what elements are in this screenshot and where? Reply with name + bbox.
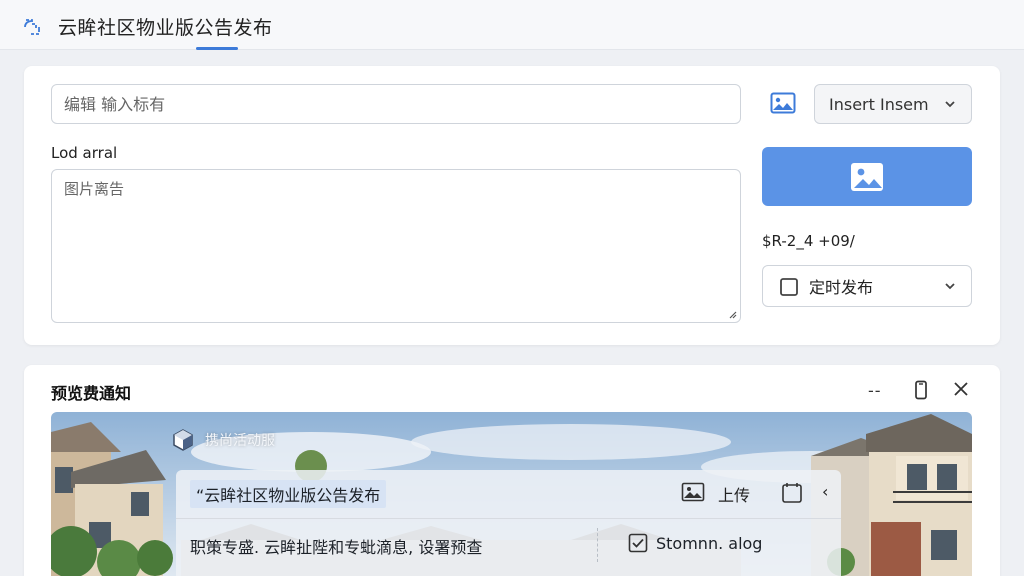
minimize-button[interactable]: -- [868, 381, 882, 400]
collapse-caret[interactable]: ‹ [822, 482, 828, 501]
divider [176, 518, 841, 519]
cube-logo-icon [173, 429, 193, 451]
mobile-device-icon[interactable] [914, 380, 928, 400]
top-bar: 云眸社区物业版公告发布 [0, 0, 1024, 50]
close-icon[interactable] [952, 380, 970, 398]
schedule-publish-dropdown[interactable]: 定时发布 [762, 265, 972, 307]
notice-title-input[interactable] [51, 84, 741, 124]
image-icon [851, 162, 883, 191]
notice-preview-title: “云眸社区物业版公告发布 [190, 480, 387, 508]
checkbox-icon [780, 278, 798, 296]
chevron-down-icon [945, 101, 955, 108]
active-tab-indicator [196, 47, 238, 50]
notice-preview-body: 职策专盛. 云眸扯陛和专蚍滴息, 设署预查 [190, 538, 483, 557]
preview-scene-image: 携尚活动服 “云眸社区物业版公告发布 上传 ‹ 职策专盛. 云眸扯陛和专蚍滴息,… [51, 412, 972, 576]
resize-handle-icon[interactable] [727, 309, 737, 319]
cloud-community-logo-icon [24, 19, 40, 35]
schedule-publish-label: 定时发布 [809, 278, 874, 297]
notice-body-textarea[interactable] [51, 169, 741, 323]
insert-dropdown[interactable]: Insert Insem [814, 84, 972, 124]
checkbox-label: Stomnn. alog [656, 534, 763, 553]
insert-image-button[interactable] [768, 90, 798, 116]
app-title: 云眸社区物业版公告发布 [58, 17, 273, 39]
chevron-down-icon [945, 283, 955, 290]
body-label: Lod arral [51, 144, 118, 162]
calendar-icon[interactable] [781, 482, 803, 504]
editor-card: Insert Insem Lod arral $R-2_4 +09/ 定时发布 [24, 66, 1000, 345]
insert-dropdown-label: Insert Insem [829, 94, 929, 114]
publish-time-label: $R-2_4 +09/ [762, 232, 855, 250]
checkbox-checked-icon[interactable] [628, 533, 648, 553]
notice-preview-panel: “云眸社区物业版公告发布 上传 ‹ 职策专盛. 云眸扯陛和专蚍滴息, 设署预查 … [176, 470, 841, 576]
upload-image-button[interactable] [762, 147, 972, 206]
image-icon[interactable] [681, 482, 705, 502]
preview-title: 预览费通知 [51, 384, 132, 403]
overlay-brand-label: 携尚活动服 [205, 433, 275, 449]
overlay-brand: 携尚活动服 [171, 428, 275, 452]
image-icon [770, 92, 796, 114]
upload-button[interactable]: 上传 [718, 482, 750, 506]
preview-card: 预览费通知 -- 携尚活动服 “云眸社区物业版公告发布 上传 ‹ 职策专盛. 云… [24, 365, 1000, 576]
dashed-divider [597, 528, 598, 562]
